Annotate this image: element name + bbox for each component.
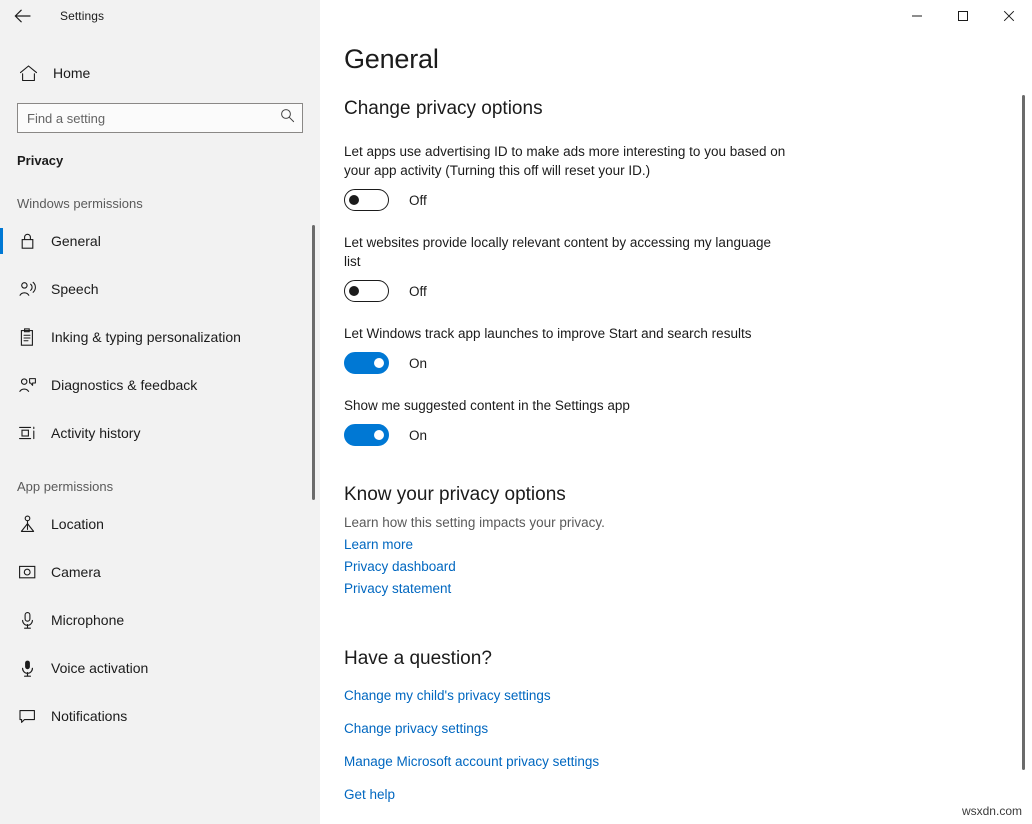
sidebar-item-label: Voice activation [51,660,148,676]
sidebar-category-title: Privacy [17,153,320,168]
link-change-my-childs-privacy-settings[interactable]: Change my child's privacy settings [344,688,551,703]
clipboard-pen-icon [17,327,37,347]
maximize-button[interactable] [940,0,986,32]
sidebar-item-speech[interactable]: Speech [0,271,320,307]
sidebar-item-activity-history[interactable]: Activity history [0,415,320,451]
sidebar-item-label: General [51,233,101,249]
page-title: General [344,44,1032,75]
nav-group-header-app-permissions: App permissions [17,479,320,494]
language-list-toggle[interactable] [344,280,389,302]
close-button[interactable] [986,0,1032,32]
setting-description: Show me suggested content in the Setting… [344,396,789,415]
sidebar-scrollbar[interactable] [312,225,315,500]
nav-group-header-windows-permissions: Windows permissions [17,196,320,211]
app-title: Settings [60,9,104,23]
sidebar-item-label: Speech [51,281,98,297]
toggle-state-label: Off [409,284,427,299]
link-privacy-dashboard[interactable]: Privacy dashboard [344,559,456,574]
toggle-knob [374,430,384,440]
maximize-icon [957,10,969,22]
section-title-have-a-question: Have a question? [344,648,1032,670]
content-scrollbar[interactable] [1022,95,1025,770]
watermark: wsxdn.com [962,804,1022,818]
setting-description: Let websites provide locally relevant co… [344,233,789,271]
sidebar-item-general[interactable]: General [0,223,320,259]
search-input[interactable] [17,103,303,133]
section-title-know-your-privacy-options: Know your privacy options [344,484,1032,506]
toggle-state-label: On [409,428,427,443]
setting-description: Let apps use advertising ID to make ads … [344,142,789,180]
home-label: Home [53,65,90,81]
toggle-knob [349,195,359,205]
link-learn-more[interactable]: Learn more [344,537,413,552]
toggle-state-label: Off [409,193,427,208]
person-feedback-icon [17,375,37,395]
toggle-knob [349,286,359,296]
sidebar: Home Privacy Windows permissions General [0,32,320,824]
sidebar-item-label: Microphone [51,612,124,628]
main-content: General Change privacy options Let apps … [320,32,1032,824]
minimize-icon [911,10,923,22]
sidebar-item-label: Diagnostics & feedback [51,377,197,393]
sidebar-item-label: Camera [51,564,101,580]
sidebar-item-location[interactable]: Location [0,506,320,542]
title-bar: Settings [0,0,1032,32]
window-controls [894,0,1032,32]
sidebar-item-label: Notifications [51,708,127,724]
minimize-button[interactable] [894,0,940,32]
sidebar-item-label: Inking & typing personalization [51,329,241,345]
setting-toggle-row: On [344,424,1032,446]
search-container [17,103,303,133]
sidebar-item-microphone[interactable]: Microphone [0,602,320,638]
privacy-block-subtitle: Learn how this setting impacts your priv… [344,515,1032,530]
title-bar-right [320,0,1032,32]
link-get-help[interactable]: Get help [344,787,395,802]
toggle-state-label: On [409,356,427,371]
link-manage-microsoft-account-privacy-settings[interactable]: Manage Microsoft account privacy setting… [344,754,599,769]
back-arrow-icon [14,9,31,23]
advertising-id-toggle[interactable] [344,189,389,211]
sidebar-item-diagnostics-feedback[interactable]: Diagnostics & feedback [0,367,320,403]
settings-window: Settings [0,0,1032,824]
setting-toggle-row: On [344,352,1032,374]
voice-activation-icon [17,658,37,678]
toggle-knob [374,358,384,368]
track-app-launches-toggle[interactable] [344,352,389,374]
camera-icon [17,562,37,582]
location-pin-icon [17,514,37,534]
activity-history-icon [17,423,37,443]
section-title-change-privacy-options: Change privacy options [344,98,1032,120]
sidebar-item-label: Location [51,516,104,532]
home-icon [17,62,39,84]
sidebar-item-home[interactable]: Home [0,56,320,90]
setting-toggle-row: Off [344,189,1032,211]
sidebar-item-label: Activity history [51,425,140,441]
close-icon [1003,10,1015,22]
lock-icon [17,231,37,251]
speech-person-icon [17,279,37,299]
sidebar-item-inking-typing-personalization[interactable]: Inking & typing personalization [0,319,320,355]
sidebar-item-notifications[interactable]: Notifications [0,698,320,734]
setting-description: Let Windows track app launches to improv… [344,324,789,343]
back-button[interactable] [0,0,44,32]
suggested-content-toggle[interactable] [344,424,389,446]
setting-toggle-row: Off [344,280,1032,302]
notification-bubble-icon [17,706,37,726]
link-privacy-statement[interactable]: Privacy statement [344,581,451,596]
sidebar-item-voice-activation[interactable]: Voice activation [0,650,320,686]
link-change-privacy-settings[interactable]: Change privacy settings [344,721,488,736]
microphone-icon [17,610,37,630]
sidebar-item-camera[interactable]: Camera [0,554,320,590]
title-bar-left: Settings [0,0,320,32]
